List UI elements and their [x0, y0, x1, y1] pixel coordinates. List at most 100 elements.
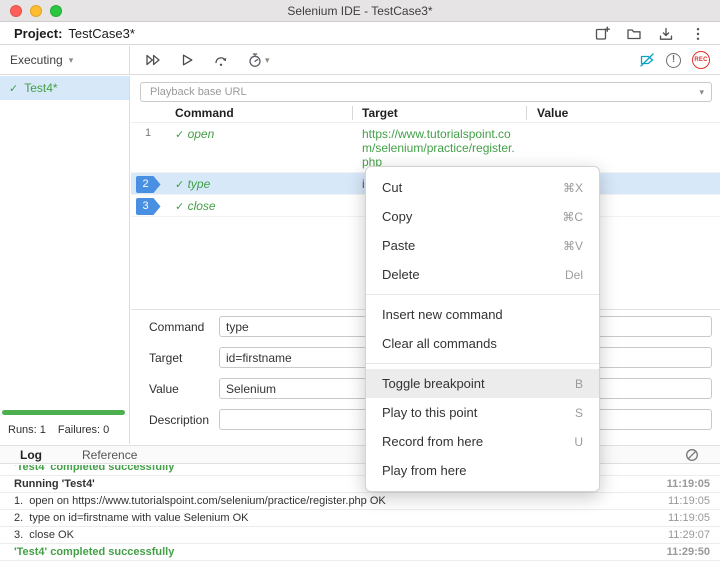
playback-base-url-field: ▾ — [140, 82, 712, 102]
step-over-button[interactable] — [213, 52, 229, 68]
clear-log-button[interactable] — [684, 447, 700, 463]
record-button[interactable]: REC — [692, 51, 710, 69]
test-passed-check-icon: ✓ — [9, 82, 18, 95]
log-entry: 3. close OK 11:29:07 — [0, 527, 720, 544]
playback-base-url-input[interactable] — [148, 85, 699, 99]
save-icon — [658, 26, 674, 42]
log-entry: 1. open on https://www.tutorialspoint.co… — [0, 493, 720, 510]
menu-item-clear-all-commands[interactable]: Clear all commands — [366, 329, 599, 358]
minimize-window-button[interactable] — [30, 5, 42, 17]
value-cell — [526, 123, 720, 130]
selenium-ide-window: Selenium IDE - TestCase3* Project: TestC… — [0, 0, 720, 572]
log-entry: 'Test4' completed successfully 11:29:50 — [0, 544, 720, 561]
menu-item-delete[interactable]: DeleteDel — [366, 260, 599, 289]
context-menu: Cut⌘X Copy⌘C Paste⌘V DeleteDel Insert ne… — [365, 166, 600, 492]
description-field-label: Description — [149, 413, 219, 427]
log-timestamp: 11:19:05 — [667, 478, 710, 490]
chevron-down-icon: ▾ — [265, 55, 270, 66]
run-stats: Runs: 1 Failures: 0 — [8, 424, 109, 436]
exclamation-circle-icon: ! — [666, 53, 681, 68]
new-project-icon — [594, 26, 610, 42]
row-number[interactable]: 1 — [131, 123, 165, 139]
log-entry: Running 'Test4' 11:19:05 — [0, 476, 720, 493]
run-progress-bar — [2, 410, 125, 415]
log-entries: 'Test4' completed successfully Running '… — [0, 465, 720, 572]
save-project-button[interactable] — [658, 26, 674, 42]
value-field-label: Value — [149, 382, 219, 396]
breakpoint-flag-icon[interactable]: 2 — [136, 176, 161, 193]
menu-item-toggle-breakpoint[interactable]: Toggle breakpointB — [366, 369, 599, 398]
shortcut-label: Del — [565, 268, 583, 282]
column-header-target: Target — [352, 106, 398, 120]
shortcut-label: S — [575, 406, 583, 420]
project-name: TestCase3* — [68, 26, 134, 41]
menu-item-play-from-here[interactable]: Play from here — [366, 456, 599, 485]
menu-item-copy[interactable]: Copy⌘C — [366, 202, 599, 231]
menu-item-cut[interactable]: Cut⌘X — [366, 173, 599, 202]
log-timestamp: 11:29:07 — [668, 529, 710, 541]
command-cell: ✓ close — [165, 195, 352, 216]
tab-log[interactable]: Log — [20, 448, 42, 462]
playback-toolbar: Executing ▾ — [0, 46, 720, 75]
new-project-button[interactable] — [594, 26, 610, 42]
window-controls — [10, 5, 62, 17]
toolbar-right-actions: ! REC — [639, 46, 720, 74]
test-speed-control[interactable]: ▾ — [247, 52, 270, 68]
sidebar-item-test4[interactable]: ✓ Test4* — [0, 76, 129, 100]
chevron-down-icon[interactable]: ▾ — [699, 87, 704, 98]
step-over-icon — [213, 52, 229, 68]
log-panel-tabbar: Log Reference — [0, 445, 720, 464]
row-number[interactable]: 3 — [131, 195, 165, 215]
passed-check-icon: ✓ — [175, 129, 184, 141]
menu-separator — [366, 363, 599, 364]
tests-sidebar: ✓ Test4* Runs: 1 Failures: 0 — [0, 76, 130, 444]
command-cell: ✓ open — [165, 123, 352, 144]
rec-label: REC — [694, 57, 707, 63]
project-label: Project: — [14, 26, 62, 41]
column-header-command: Command — [175, 106, 234, 120]
log-timestamp: 11:19:05 — [668, 495, 710, 507]
shortcut-label: U — [574, 435, 583, 449]
log-timestamp: 11:19:05 — [668, 512, 710, 524]
shortcut-label: B — [575, 377, 583, 391]
open-project-button[interactable] — [626, 26, 642, 42]
project-bar: Project: TestCase3* — [0, 23, 720, 45]
row-number[interactable]: 2 — [131, 173, 165, 193]
passed-check-icon: ✓ — [175, 201, 184, 213]
tab-reference[interactable]: Reference — [82, 448, 137, 462]
run-all-icon — [145, 52, 161, 68]
command-cell: ✓ type — [165, 173, 352, 194]
target-field-label: Target — [149, 351, 219, 365]
menu-item-insert-new-command[interactable]: Insert new command — [366, 300, 599, 329]
execution-state-label: Executing — [10, 53, 63, 67]
zoom-window-button[interactable] — [50, 5, 62, 17]
breakpoint-flag-icon[interactable]: 3 — [136, 198, 161, 215]
stopwatch-icon — [247, 52, 263, 68]
command-field-label: Command — [149, 320, 219, 334]
window-title: Selenium IDE - TestCase3* — [287, 4, 432, 18]
commands-table-header: Command Target Value — [131, 103, 720, 123]
run-current-test-button[interactable] — [179, 52, 195, 68]
clear-log-icon — [684, 447, 700, 463]
menu-item-play-to-this-point[interactable]: Play to this pointS — [366, 398, 599, 427]
more-options-button[interactable] — [690, 26, 706, 42]
shortcut-label: ⌘X — [563, 181, 583, 195]
kebab-menu-icon — [690, 26, 706, 42]
folder-icon — [626, 26, 642, 42]
execution-state-dropdown[interactable]: Executing ▾ — [0, 46, 130, 74]
passed-check-icon: ✓ — [175, 179, 184, 191]
test-name-label: Test4* — [24, 81, 57, 95]
menu-item-paste[interactable]: Paste⌘V — [366, 231, 599, 260]
close-window-button[interactable] — [10, 5, 22, 17]
column-header-value: Value — [526, 106, 568, 120]
disable-breakpoints-icon — [639, 52, 655, 68]
menu-item-record-from-here[interactable]: Record from hereU — [366, 427, 599, 456]
target-cell: https://www.tutorialspoint.com/selenium/… — [352, 123, 526, 172]
window-titlebar: Selenium IDE - TestCase3* — [0, 0, 720, 22]
menu-separator — [366, 294, 599, 295]
project-actions — [594, 26, 706, 42]
disable-breakpoints-button[interactable] — [639, 52, 655, 68]
pause-on-exceptions-button[interactable]: ! — [666, 53, 681, 68]
run-all-tests-button[interactable] — [145, 52, 161, 68]
shortcut-label: ⌘V — [563, 239, 583, 253]
